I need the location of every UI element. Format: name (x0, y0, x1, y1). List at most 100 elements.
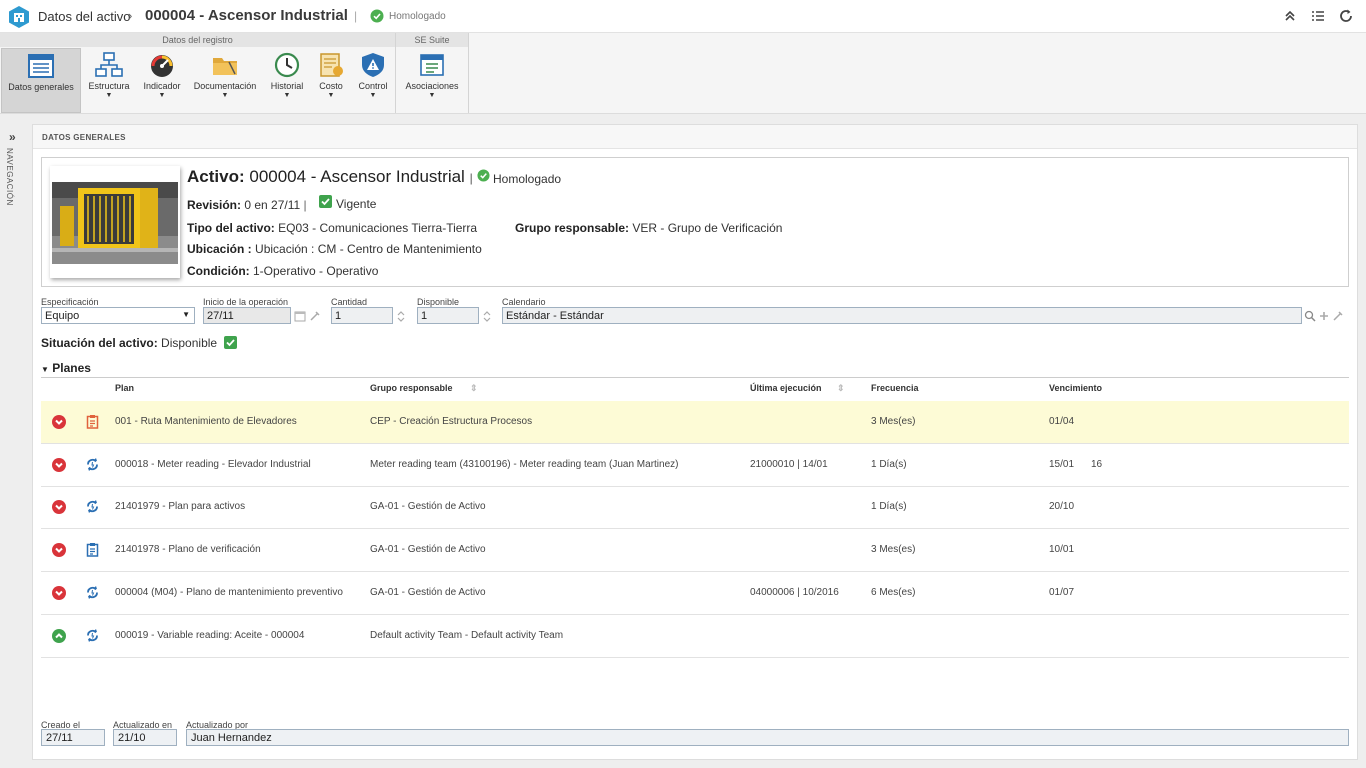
breadcrumb-section[interactable]: Datos del activo (38, 9, 131, 24)
dropdown-arrow-icon: ▼ (221, 92, 229, 99)
grupo-cell: GA-01 - Gestión de Activo (370, 544, 486, 556)
available-label: Disponible (417, 297, 460, 307)
plan-cell[interactable]: 001 - Ruta Mantenimiento de Elevadores (115, 416, 297, 427)
plan-cell[interactable]: 000019 - Variable reading: Aceite - 0000… (115, 630, 304, 641)
status-down-icon[interactable] (52, 457, 66, 472)
table-row[interactable]: 000019 - Variable reading: Aceite - 0000… (41, 615, 1349, 658)
available-stepper[interactable]: 1 (417, 307, 479, 324)
clear-broom-icon[interactable] (1332, 310, 1344, 322)
asset-type-label: Tipo del activo: (187, 221, 275, 235)
status-down-icon[interactable] (52, 415, 66, 429)
title-bar: Datos del activo › 000004 - Ascensor Ind… (0, 0, 1366, 33)
costo-button[interactable]: Costo ▼ (312, 48, 350, 113)
estructura-button[interactable]: Estructura ▼ (84, 48, 134, 113)
section-title: DATOS GENERALES (33, 125, 1357, 149)
approved-seal-icon (477, 169, 490, 182)
updated-value: 21/10 (118, 732, 146, 744)
specification-select[interactable]: Equipo ▼ (41, 307, 195, 324)
specification-value: Equipo (45, 310, 80, 322)
button-label: Control (358, 81, 388, 91)
approved-seal-icon (370, 9, 384, 23)
column-header-grupo[interactable]: Grupo responsable (370, 383, 453, 393)
expand-right-icon[interactable]: » (9, 130, 16, 144)
asset-situation: Situación del activo: Disponible (41, 336, 217, 350)
button-label: Estructura (88, 81, 130, 91)
recurring-plan-icon (87, 457, 98, 471)
hierarchy-icon (95, 52, 123, 77)
ribbon-group-title: SE Suite (396, 33, 468, 47)
dropdown-arrow-icon: ▼ (428, 92, 436, 99)
calendar-field[interactable]: Estándar - Estándar (502, 307, 1302, 324)
refresh-icon[interactable] (1338, 8, 1354, 24)
column-header-frecuencia[interactable]: Frecuencia (871, 383, 919, 393)
created-value: 27/11 (46, 732, 73, 744)
frecuencia-cell: 1 Día(s) (871, 501, 907, 513)
recurring-plan-icon (87, 585, 98, 599)
location-label: Ubicación : (187, 242, 252, 256)
grupo-cell: GA-01 - Gestión de Activo (370, 501, 486, 513)
asset-title-value: 000004 - Ascensor Industrial (249, 167, 465, 186)
button-label: Asociaciones (405, 81, 459, 91)
plan-cell[interactable]: 000004 (M04) - Plano de mantenimiento pr… (115, 587, 343, 598)
table-row[interactable]: 21401979 - Plan para activos GA-01 - Gest… (41, 486, 1349, 530)
vencimiento-cell: 01/04 (1049, 416, 1075, 427)
search-icon[interactable] (1304, 310, 1316, 322)
clear-broom-icon[interactable] (309, 310, 321, 322)
vencimiento-cell: 20/10 (1049, 501, 1075, 513)
table-row[interactable]: 000018 - Meter reading - Elevador Indust… (41, 444, 1349, 487)
title-divider: | (469, 171, 473, 185)
plan-cell[interactable]: 000018 - Meter reading - Elevador Indust… (115, 459, 311, 470)
condition-label: Condición: (187, 264, 250, 278)
extra-cell: 16 (1091, 458, 1103, 470)
asset-title-label: Activo: (187, 167, 245, 186)
indicador-button[interactable]: Indicador ▼ (138, 48, 186, 113)
calendar-icon[interactable] (294, 310, 306, 322)
status-up-icon[interactable] (52, 628, 66, 643)
column-header-plan[interactable]: Plan (115, 383, 134, 393)
operation-start-label: Inicio de la operación (203, 297, 289, 307)
grupo-cell: Meter reading team (43100196) - Meter re… (370, 458, 679, 470)
sort-icon[interactable]: ⇕ (837, 383, 845, 394)
asset-summary-card: Activo: 000004 - Ascensor Industrial | H… (41, 157, 1349, 287)
revision-status: Vigente (336, 197, 377, 211)
status-down-icon[interactable] (52, 500, 66, 515)
historial-button[interactable]: Historial ▼ (265, 48, 309, 113)
datos-generales-button[interactable]: Datos generales (1, 48, 81, 113)
vencimiento-cell: 01/07 (1049, 586, 1075, 598)
navigation-panel-toggle[interactable]: » NAVEGACIÓN (0, 124, 30, 764)
button-label: Costo (319, 81, 343, 91)
asociaciones-button[interactable]: Asociaciones ▼ (400, 48, 464, 113)
add-icon[interactable] (1318, 310, 1330, 322)
collapse-up-icon[interactable] (1282, 8, 1298, 24)
recurring-plan-icon (87, 500, 98, 514)
table-row[interactable]: 001 - Ruta Mantenimiento de Elevadores CE… (41, 401, 1349, 444)
operation-start-field[interactable]: 27/11 (203, 307, 291, 324)
sort-icon[interactable]: ⇕ (470, 383, 478, 394)
grupo-cell: Default activity Team - Default activity… (370, 629, 564, 641)
grupo-cell: GA-01 - Gestión de Activo (370, 586, 486, 598)
main-panel: DATOS GENERALES Activo: 000004 - Ascenso… (32, 124, 1358, 760)
breadcrumb-separator-icon: › (128, 8, 133, 23)
stepper-arrows-icon[interactable] (481, 309, 493, 324)
status-down-icon[interactable] (52, 585, 66, 600)
column-header-ultima[interactable]: Última ejecución (750, 383, 822, 393)
column-header-vencimiento[interactable]: Vencimiento (1049, 383, 1102, 393)
planes-title: Planes (52, 361, 91, 375)
plan-cell[interactable]: 21401979 - Plan para activos (115, 501, 245, 512)
table-row[interactable]: 21401978 - Plano de verificación GA-01 - … (41, 529, 1349, 573)
list-menu-icon[interactable] (1310, 8, 1326, 24)
table-row[interactable]: 000004 (M04) - Plano de mantenimiento pr… (41, 572, 1349, 615)
collapse-caret-icon: ▼ (41, 365, 49, 374)
dropdown-arrow-icon: ▼ (105, 92, 113, 99)
updated-by-field: Juan Hernandez (186, 729, 1349, 746)
dropdown-arrow-icon: ▼ (327, 92, 335, 99)
asset-title: Activo: 000004 - Ascensor Industrial | (187, 167, 473, 187)
responsible-group-line: Grupo responsable: VER - Grupo de Verifi… (515, 221, 782, 235)
status-down-icon[interactable] (52, 543, 66, 558)
quantity-stepper[interactable]: 1 (331, 307, 393, 324)
plan-cell[interactable]: 21401978 - Plano de verificación (115, 544, 261, 555)
control-button[interactable]: Control ▼ (353, 48, 393, 113)
documentacion-button[interactable]: Documentación ▼ (190, 48, 260, 113)
planes-section-toggle[interactable]: ▼ Planes (41, 361, 91, 375)
stepper-arrows-icon[interactable] (395, 309, 407, 324)
